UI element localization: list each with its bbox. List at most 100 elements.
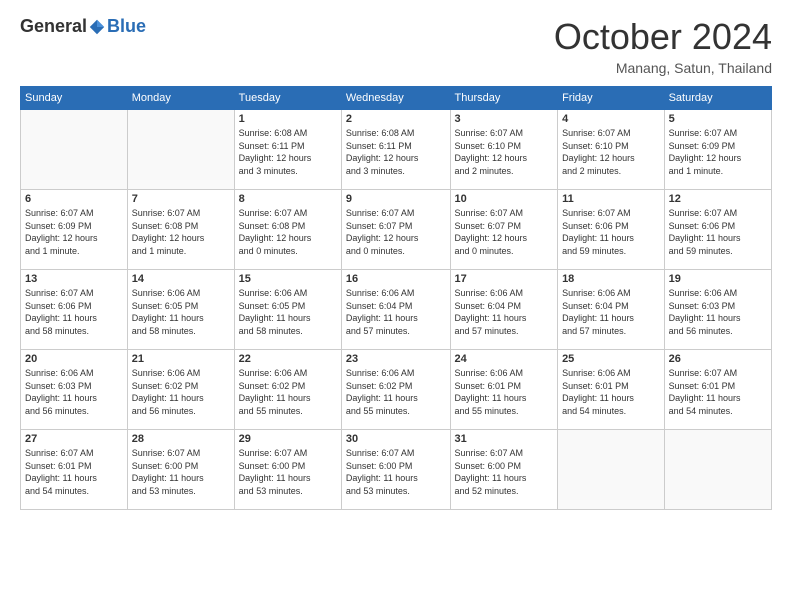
table-row: 28 Sunrise: 6:07 AM Sunset: 6:00 PM Dayli… [127,430,234,510]
table-row: 24 Sunrise: 6:06 AM Sunset: 6:01 PM Dayli… [450,350,558,430]
day-number: 1 [239,113,337,125]
day-number: 3 [455,113,554,125]
day-info: Sunrise: 6:07 AM Sunset: 6:00 PM Dayligh… [346,447,446,497]
logo-text: General Blue [20,16,146,37]
day-info: Sunrise: 6:07 AM Sunset: 6:07 PM Dayligh… [455,207,554,257]
table-row: 31 Sunrise: 6:07 AM Sunset: 6:00 PM Dayli… [450,430,558,510]
day-number: 8 [239,193,337,205]
table-row: 1Sunrise: 6:08 AM Sunset: 6:11 PM Daylig… [234,110,341,190]
table-row: 18 Sunrise: 6:06 AM Sunset: 6:04 PM Dayli… [558,270,665,350]
table-row: 11 Sunrise: 6:07 AM Sunset: 6:06 PM Dayli… [558,190,665,270]
table-row: 16Sunrise: 6:06 AM Sunset: 6:04 PM Dayli… [341,270,450,350]
day-info: Sunrise: 6:07 AM Sunset: 6:06 PM Dayligh… [669,207,767,257]
table-row: 19 Sunrise: 6:06 AM Sunset: 6:03 PM Dayli… [664,270,771,350]
table-row: 27 Sunrise: 6:07 AM Sunset: 6:01 PM Dayli… [21,430,128,510]
day-number: 18 [562,273,660,285]
day-number: 15 [239,273,337,285]
header-tuesday: Tuesday [234,87,341,110]
day-number: 29 [239,433,337,445]
table-row: 10 Sunrise: 6:07 AM Sunset: 6:07 PM Dayli… [450,190,558,270]
location: Manang, Satun, Thailand [554,60,772,76]
table-row: 3Sunrise: 6:07 AM Sunset: 6:10 PM Daylig… [450,110,558,190]
table-row: 14 Sunrise: 6:06 AM Sunset: 6:05 PM Dayli… [127,270,234,350]
day-number: 12 [669,193,767,205]
logo: General Blue [20,16,146,37]
day-info: Sunrise: 6:08 AM Sunset: 6:11 PM Dayligh… [346,127,446,177]
table-row [558,430,665,510]
table-row: 13 Sunrise: 6:07 AM Sunset: 6:06 PM Dayli… [21,270,128,350]
table-row: 9Sunrise: 6:07 AM Sunset: 6:07 PM Daylig… [341,190,450,270]
table-row: 12 Sunrise: 6:07 AM Sunset: 6:06 PM Dayli… [664,190,771,270]
day-number: 21 [132,353,230,365]
month-title: October 2024 [554,16,772,58]
logo-general: General [20,16,87,37]
day-number: 7 [132,193,230,205]
table-row [21,110,128,190]
day-info: Sunrise: 6:07 AM Sunset: 6:01 PM Dayligh… [25,447,123,497]
day-number: 14 [132,273,230,285]
weekday-header-row: Sunday Monday Tuesday Wednesday Thursday… [21,87,772,110]
day-number: 30 [346,433,446,445]
table-row: 25 Sunrise: 6:06 AM Sunset: 6:01 PM Dayli… [558,350,665,430]
table-row: 29Sunrise: 6:07 AM Sunset: 6:00 PM Dayli… [234,430,341,510]
day-number: 20 [25,353,123,365]
day-info: Sunrise: 6:06 AM Sunset: 6:04 PM Dayligh… [346,287,446,337]
calendar-table: Sunday Monday Tuesday Wednesday Thursday… [20,86,772,510]
page: General Blue October 2024 Manang, Satun,… [0,0,792,612]
day-number: 25 [562,353,660,365]
day-info: Sunrise: 6:07 AM Sunset: 6:08 PM Dayligh… [239,207,337,257]
table-row: 26 Sunrise: 6:07 AM Sunset: 6:01 PM Dayli… [664,350,771,430]
day-info: Sunrise: 6:06 AM Sunset: 6:03 PM Dayligh… [669,287,767,337]
day-number: 22 [239,353,337,365]
day-number: 27 [25,433,123,445]
day-number: 19 [669,273,767,285]
table-row: 6 Sunrise: 6:07 AM Sunset: 6:09 PM Daylig… [21,190,128,270]
day-info: Sunrise: 6:07 AM Sunset: 6:09 PM Dayligh… [669,127,767,177]
day-number: 28 [132,433,230,445]
header-thursday: Thursday [450,87,558,110]
table-row [664,430,771,510]
day-number: 2 [346,113,446,125]
header-wednesday: Wednesday [341,87,450,110]
logo-icon [88,18,106,36]
day-info: Sunrise: 6:06 AM Sunset: 6:05 PM Dayligh… [132,287,230,337]
header-sunday: Sunday [21,87,128,110]
table-row [127,110,234,190]
day-number: 24 [455,353,554,365]
header: General Blue October 2024 Manang, Satun,… [20,16,772,76]
day-number: 5 [669,113,767,125]
day-number: 11 [562,193,660,205]
day-info: Sunrise: 6:06 AM Sunset: 6:04 PM Dayligh… [455,287,554,337]
day-info: Sunrise: 6:07 AM Sunset: 6:00 PM Dayligh… [455,447,554,497]
day-info: Sunrise: 6:06 AM Sunset: 6:04 PM Dayligh… [562,287,660,337]
day-info: Sunrise: 6:06 AM Sunset: 6:01 PM Dayligh… [562,367,660,417]
title-block: October 2024 Manang, Satun, Thailand [554,16,772,76]
table-row: 21Sunrise: 6:06 AM Sunset: 6:02 PM Dayli… [127,350,234,430]
day-info: Sunrise: 6:07 AM Sunset: 6:01 PM Dayligh… [669,367,767,417]
day-info: Sunrise: 6:07 AM Sunset: 6:06 PM Dayligh… [25,287,123,337]
table-row: 23Sunrise: 6:06 AM Sunset: 6:02 PM Dayli… [341,350,450,430]
day-info: Sunrise: 6:07 AM Sunset: 6:07 PM Dayligh… [346,207,446,257]
table-row: 2 Sunrise: 6:08 AM Sunset: 6:11 PM Daylig… [341,110,450,190]
day-number: 10 [455,193,554,205]
table-row: 30 Sunrise: 6:07 AM Sunset: 6:00 PM Dayli… [341,430,450,510]
day-info: Sunrise: 6:06 AM Sunset: 6:02 PM Dayligh… [239,367,337,417]
day-number: 4 [562,113,660,125]
day-number: 13 [25,273,123,285]
day-info: Sunrise: 6:07 AM Sunset: 6:06 PM Dayligh… [562,207,660,257]
day-info: Sunrise: 6:07 AM Sunset: 6:00 PM Dayligh… [132,447,230,497]
header-saturday: Saturday [664,87,771,110]
day-number: 26 [669,353,767,365]
table-row: 15Sunrise: 6:06 AM Sunset: 6:05 PM Dayli… [234,270,341,350]
day-info: Sunrise: 6:07 AM Sunset: 6:10 PM Dayligh… [562,127,660,177]
day-info: Sunrise: 6:06 AM Sunset: 6:01 PM Dayligh… [455,367,554,417]
day-number: 31 [455,433,554,445]
table-row: 17 Sunrise: 6:06 AM Sunset: 6:04 PM Dayli… [450,270,558,350]
table-row: 5 Sunrise: 6:07 AM Sunset: 6:09 PM Daylig… [664,110,771,190]
day-info: Sunrise: 6:06 AM Sunset: 6:02 PM Dayligh… [346,367,446,417]
header-friday: Friday [558,87,665,110]
day-info: Sunrise: 6:07 AM Sunset: 6:09 PM Dayligh… [25,207,123,257]
day-number: 17 [455,273,554,285]
day-number: 6 [25,193,123,205]
day-info: Sunrise: 6:06 AM Sunset: 6:03 PM Dayligh… [25,367,123,417]
